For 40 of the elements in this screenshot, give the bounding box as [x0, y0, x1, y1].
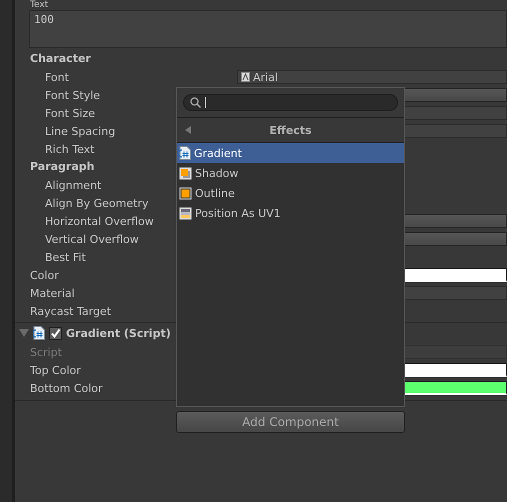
property-label: Raycast Target [30, 304, 112, 318]
text-area[interactable]: 100 [29, 10, 507, 48]
script-icon [33, 326, 45, 340]
property-label: Material [30, 286, 75, 300]
script-icon [179, 146, 191, 160]
outlined-square-icon [179, 186, 192, 200]
property-label: Best Fit [45, 250, 86, 264]
component-list-item[interactable]: Outline [177, 183, 404, 203]
add-component-button[interactable]: Add Component [176, 411, 405, 433]
object-name: Arial [253, 70, 278, 84]
property-label: Bottom Color [30, 382, 103, 394]
property-label: Script [30, 346, 62, 358]
square-shadow-icon [179, 166, 192, 180]
property-label: Top Color [30, 364, 81, 376]
property-label: Align By Geometry [45, 196, 148, 210]
component-list-item[interactable]: Position As UV1 [177, 203, 404, 223]
search-field[interactable] [183, 94, 398, 111]
property-label: Font Style [45, 88, 100, 102]
category-title: Effects [269, 124, 312, 136]
check-icon [50, 328, 61, 338]
section-header: Paragraph [30, 160, 94, 173]
property-label: Horizontal Overflow [45, 214, 154, 228]
search-icon [190, 97, 201, 108]
field-label: Text [30, 0, 48, 10]
section-header: Character [30, 52, 91, 65]
property-label: Line Spacing [45, 124, 116, 138]
property-label: Rich Text [45, 142, 94, 156]
object-field[interactable]: Arial [237, 70, 507, 84]
component-list-item[interactable]: Gradient [177, 143, 404, 163]
component-title: Gradient (Script) [66, 326, 171, 340]
property-label: Font [45, 70, 69, 84]
property-label: Font Size [45, 106, 96, 120]
component-list-item[interactable]: Shadow [177, 163, 404, 183]
enable-checkbox[interactable] [49, 326, 62, 340]
back-arrow-icon[interactable] [185, 126, 191, 134]
gradient-square-icon [179, 206, 192, 220]
property-label: Vertical Overflow [45, 232, 139, 246]
property-label: Alignment [45, 178, 102, 192]
property-label: Color [30, 268, 59, 282]
font-file-icon [241, 72, 250, 82]
